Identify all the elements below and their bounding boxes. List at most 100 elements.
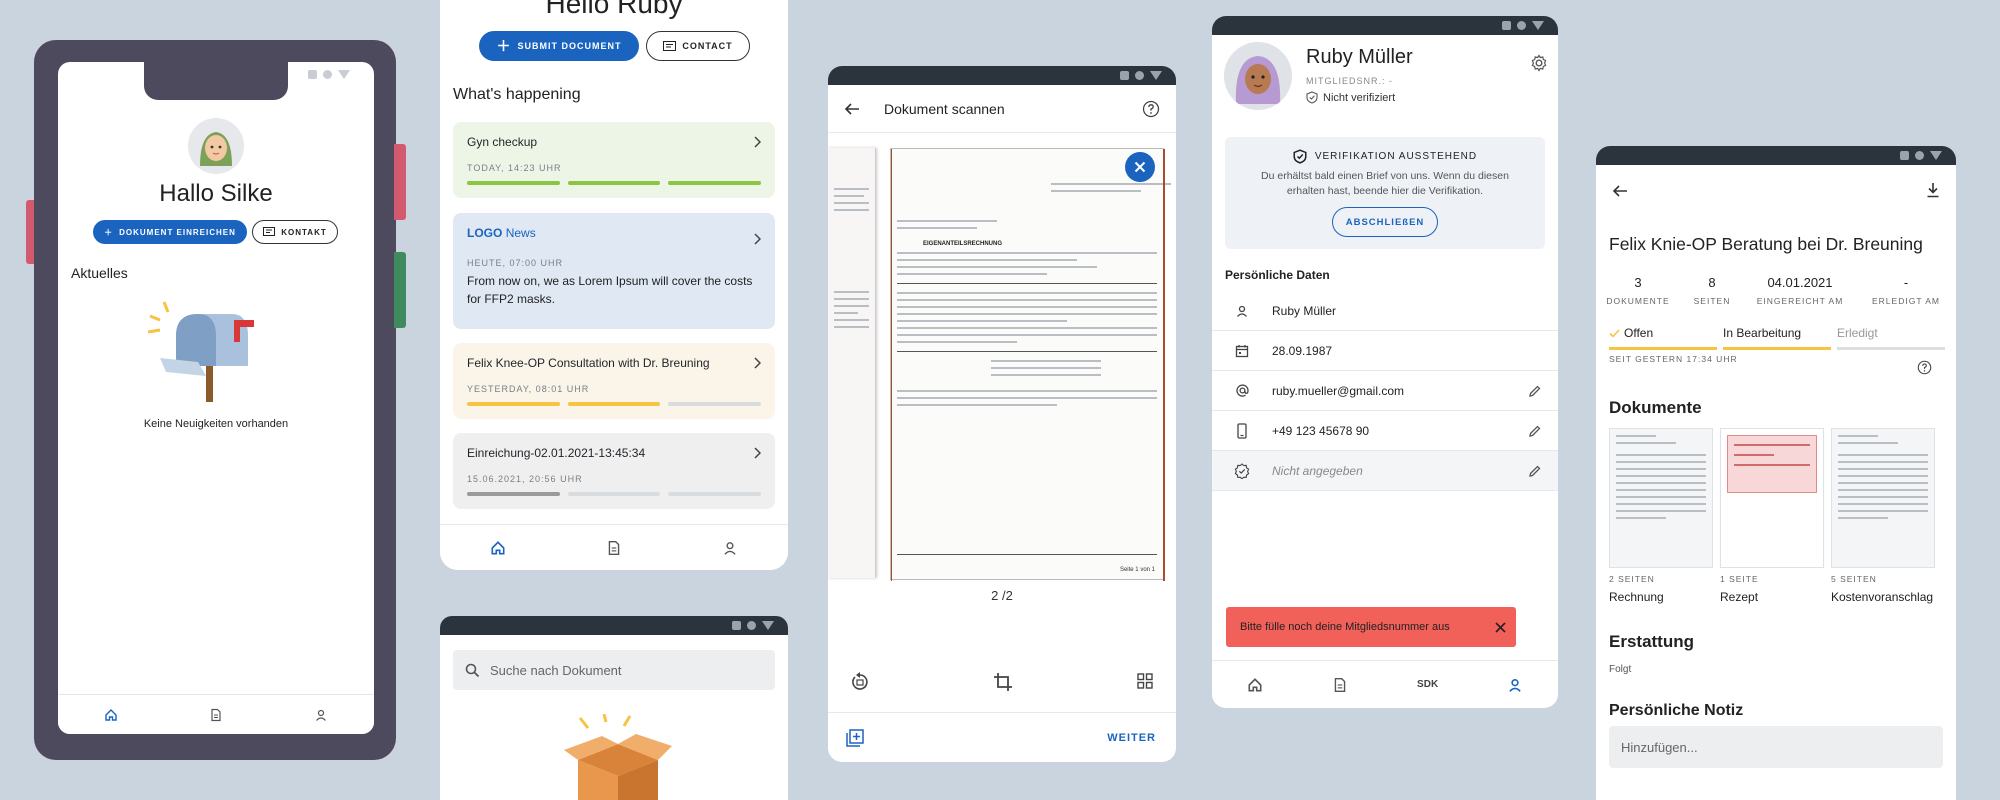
rotate-icon[interactable]	[850, 672, 870, 692]
card-date: YESTERDAY, 08:01 UHR	[467, 384, 590, 394]
news-card[interactable]: LOGO News HEUTE, 07:00 UHR From now on, …	[453, 213, 775, 329]
stat-value: 3	[1634, 275, 1642, 290]
refund-title: Erstattung	[1609, 632, 1694, 651]
stat-value: -	[1903, 275, 1909, 290]
field-phone[interactable]: +49 123 45678 90	[1212, 411, 1558, 451]
search-input[interactable]: Suche nach Dokument	[453, 650, 775, 690]
field-birthdate: 28.09.1987	[1212, 331, 1558, 371]
crop-icon[interactable]	[993, 672, 1013, 692]
submit-document-button[interactable]: ＋ DOKUMENT EINREICHEN	[93, 220, 247, 244]
step-done: Erledigt	[1837, 326, 1945, 350]
feed-card[interactable]: Felix Knee-OP Consultation with Dr. Breu…	[453, 343, 775, 419]
case-title: Felix Knie-OP Beratung bei Dr. Breuning	[1609, 234, 1923, 254]
banner-title: VERIFIKATION AUSSTEHEND	[1314, 151, 1478, 162]
home-icon[interactable]	[490, 540, 506, 556]
card-body: From now on, we as Lorem Ipsum will cove…	[467, 274, 753, 306]
status-icons	[732, 621, 774, 630]
submit-document-button[interactable]: ＋ SUBMIT DOCUMENT	[479, 31, 639, 61]
avatar[interactable]	[188, 118, 244, 174]
check-icon	[1609, 328, 1620, 338]
contact-button[interactable]: KONTAKT	[252, 220, 338, 244]
news-logo: LOGO	[467, 226, 503, 240]
scanned-page[interactable]: EIGENANTEILSRECHNUNG Seite 1 von 1	[890, 148, 1171, 581]
progress-segment	[467, 181, 560, 185]
person-icon	[1212, 304, 1272, 318]
document-icon[interactable]	[209, 708, 223, 722]
field-verification[interactable]: Nicht angegeben	[1212, 451, 1558, 491]
document-name: Rezept	[1720, 590, 1759, 604]
pencil-icon[interactable]	[1528, 424, 1542, 438]
verification-status-text: Nicht verifiziert	[1323, 91, 1396, 104]
section-title: What's happening	[453, 86, 581, 103]
gear-icon[interactable]	[1530, 54, 1548, 72]
document-thumbnail[interactable]	[1831, 428, 1935, 568]
document-icon[interactable]	[606, 540, 622, 556]
progress-segment	[668, 181, 762, 185]
pencil-icon[interactable]	[1528, 464, 1542, 478]
card-title: Einreichung-02.01.2021-13:45:34	[467, 446, 646, 460]
avatar[interactable]	[1224, 42, 1292, 110]
close-icon[interactable]	[1495, 621, 1506, 633]
back-arrow-icon[interactable]	[844, 102, 860, 116]
sdk-tab[interactable]: SDK	[1417, 679, 1438, 690]
search-icon	[465, 663, 480, 678]
phone-notch	[144, 62, 288, 100]
feed-card[interactable]: Gyn checkup TODAY, 14:23 UHR	[453, 122, 775, 198]
field-value: Ruby Müller	[1272, 303, 1337, 318]
person-icon[interactable]	[1507, 677, 1523, 693]
document-thumbnail[interactable]	[1720, 428, 1824, 568]
plus-icon: ＋	[104, 227, 114, 237]
person-icon[interactable]	[314, 708, 328, 722]
bottom-navigation	[440, 524, 788, 570]
bottom-navigation	[58, 694, 374, 734]
download-icon[interactable]	[1926, 182, 1940, 198]
stat-value: 04.01.2021	[1767, 275, 1833, 290]
add-page-icon[interactable]	[846, 728, 864, 747]
next-button[interactable]: WEITER	[1107, 732, 1156, 744]
phone-icon	[1212, 422, 1272, 439]
verification-status: Nicht verifiziert	[1306, 91, 1395, 104]
status-icons	[308, 70, 350, 79]
person-icon[interactable]	[722, 540, 738, 556]
card-title: Felix Knee-OP Consultation with Dr. Breu…	[467, 356, 710, 370]
delete-page-button[interactable]	[1125, 152, 1155, 182]
document-icon[interactable]	[1332, 677, 1348, 693]
empty-state-text: Keine Neuigkeiten vorhanden	[143, 418, 289, 430]
step-bar	[1723, 347, 1831, 350]
chat-icon	[263, 227, 276, 237]
progress-segment	[467, 402, 560, 406]
document-thumbnail[interactable]	[1609, 428, 1713, 568]
help-icon[interactable]	[1142, 100, 1160, 118]
page-title: Dokument scannen	[884, 100, 1005, 117]
pencil-icon[interactable]	[1528, 384, 1542, 398]
home-icon[interactable]	[1247, 677, 1263, 693]
stat-completed: - ERLEDIGT AM	[1856, 275, 1956, 306]
card-date: 15.06.2021, 20:56 UHR	[467, 474, 583, 484]
home-icon[interactable]	[104, 708, 118, 722]
section-title: Persönliche Daten	[1225, 268, 1330, 282]
progress-bar	[467, 402, 762, 406]
stat-label: EINGEREICHT AM	[1756, 296, 1844, 306]
field-email[interactable]: ruby.mueller@gmail.com	[1212, 371, 1558, 411]
feed-card[interactable]: Einreichung-02.01.2021-13:45:34 15.06.20…	[453, 433, 775, 509]
grid-icon[interactable]	[1136, 672, 1154, 692]
field-name: Ruby Müller	[1212, 291, 1558, 331]
contact-button[interactable]: CONTACT	[646, 31, 750, 61]
previous-page-preview[interactable]	[828, 148, 876, 578]
empty-box-illustration	[558, 714, 678, 800]
step-label: In Bearbeitung	[1723, 326, 1802, 340]
progress-segment	[668, 402, 762, 406]
complete-verification-button[interactable]: ABSCHLIEßEN	[1332, 207, 1438, 237]
note-input[interactable]: Hinzufügen...	[1609, 726, 1943, 768]
help-icon[interactable]	[1917, 360, 1932, 375]
chevron-right-icon	[753, 233, 761, 245]
chevron-right-icon	[753, 447, 761, 459]
step-bar	[1837, 347, 1945, 350]
back-arrow-icon[interactable]	[1612, 184, 1628, 198]
document-pages: 1 SEITE	[1720, 574, 1759, 584]
step-open: Offen	[1609, 326, 1717, 350]
side-button	[394, 252, 406, 328]
step-bar	[1609, 347, 1717, 350]
card-date: HEUTE, 07:00 UHR	[467, 258, 564, 268]
stat-label: DOKUMENTE	[1606, 296, 1670, 306]
